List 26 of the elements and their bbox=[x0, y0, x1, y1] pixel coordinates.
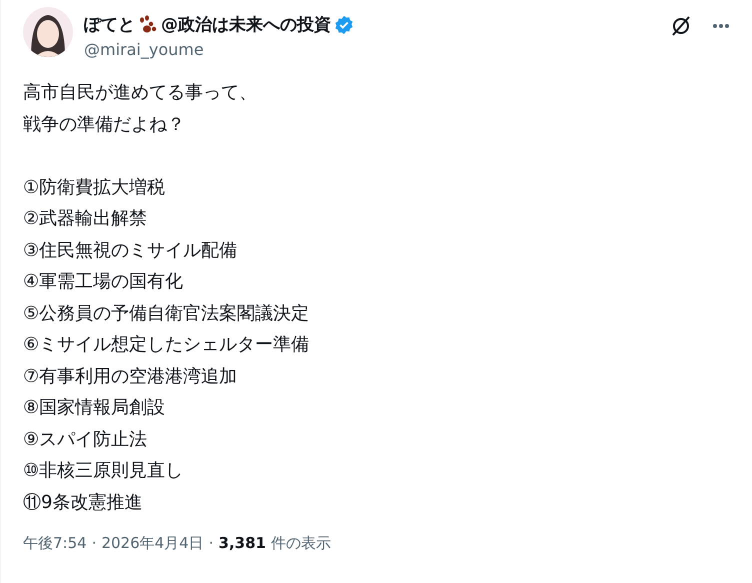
post-text-line: ③住民無視のミサイル配備 bbox=[23, 238, 238, 262]
views-label: 件の表示 bbox=[270, 534, 331, 553]
post-date[interactable]: 2026年4月4日 bbox=[101, 534, 204, 553]
post-text-line: ④軍需工場の国有化 bbox=[23, 270, 184, 294]
user-handle[interactable]: @mirai_youme bbox=[84, 40, 659, 59]
post-text-line: ⑥ミサイル想定したシェルター準備 bbox=[23, 333, 310, 357]
avatar[interactable] bbox=[23, 7, 73, 57]
post-text-line: ①防衛費拡大増税 bbox=[23, 176, 166, 200]
post-text-line: ⑨スパイ防止法 bbox=[23, 428, 148, 452]
display-name[interactable]: ぽてと bbox=[84, 13, 135, 36]
slashed-circle-icon[interactable] bbox=[670, 15, 692, 37]
separator: · bbox=[92, 534, 96, 552]
post-text-line: ⑧国家情報局創設 bbox=[23, 396, 166, 420]
display-name[interactable]: @政治は未来への投資 bbox=[161, 13, 331, 36]
paw-icon bbox=[138, 14, 158, 34]
view-count: 3,381 bbox=[218, 534, 266, 552]
post-text-line: 戦争の準備だよね？ bbox=[23, 112, 186, 136]
more-icon[interactable] bbox=[712, 23, 730, 29]
post-text-line: ⑤公務員の予備自衛官法案閣議決定 bbox=[23, 302, 310, 326]
post-text-line: ⑪9条改憲推進 bbox=[23, 490, 144, 514]
post-text-line: 高市自民が進めてる事って、 bbox=[23, 81, 258, 105]
post-text-line: ②武器輸出解禁 bbox=[23, 207, 148, 231]
separator: · bbox=[208, 534, 214, 552]
post-text-line: ⑦有事利用の空港港湾追加 bbox=[23, 364, 238, 388]
post-text-line: ⑩非核三原則見直し bbox=[23, 459, 184, 483]
post-time[interactable]: 午後7:54 bbox=[23, 534, 87, 553]
